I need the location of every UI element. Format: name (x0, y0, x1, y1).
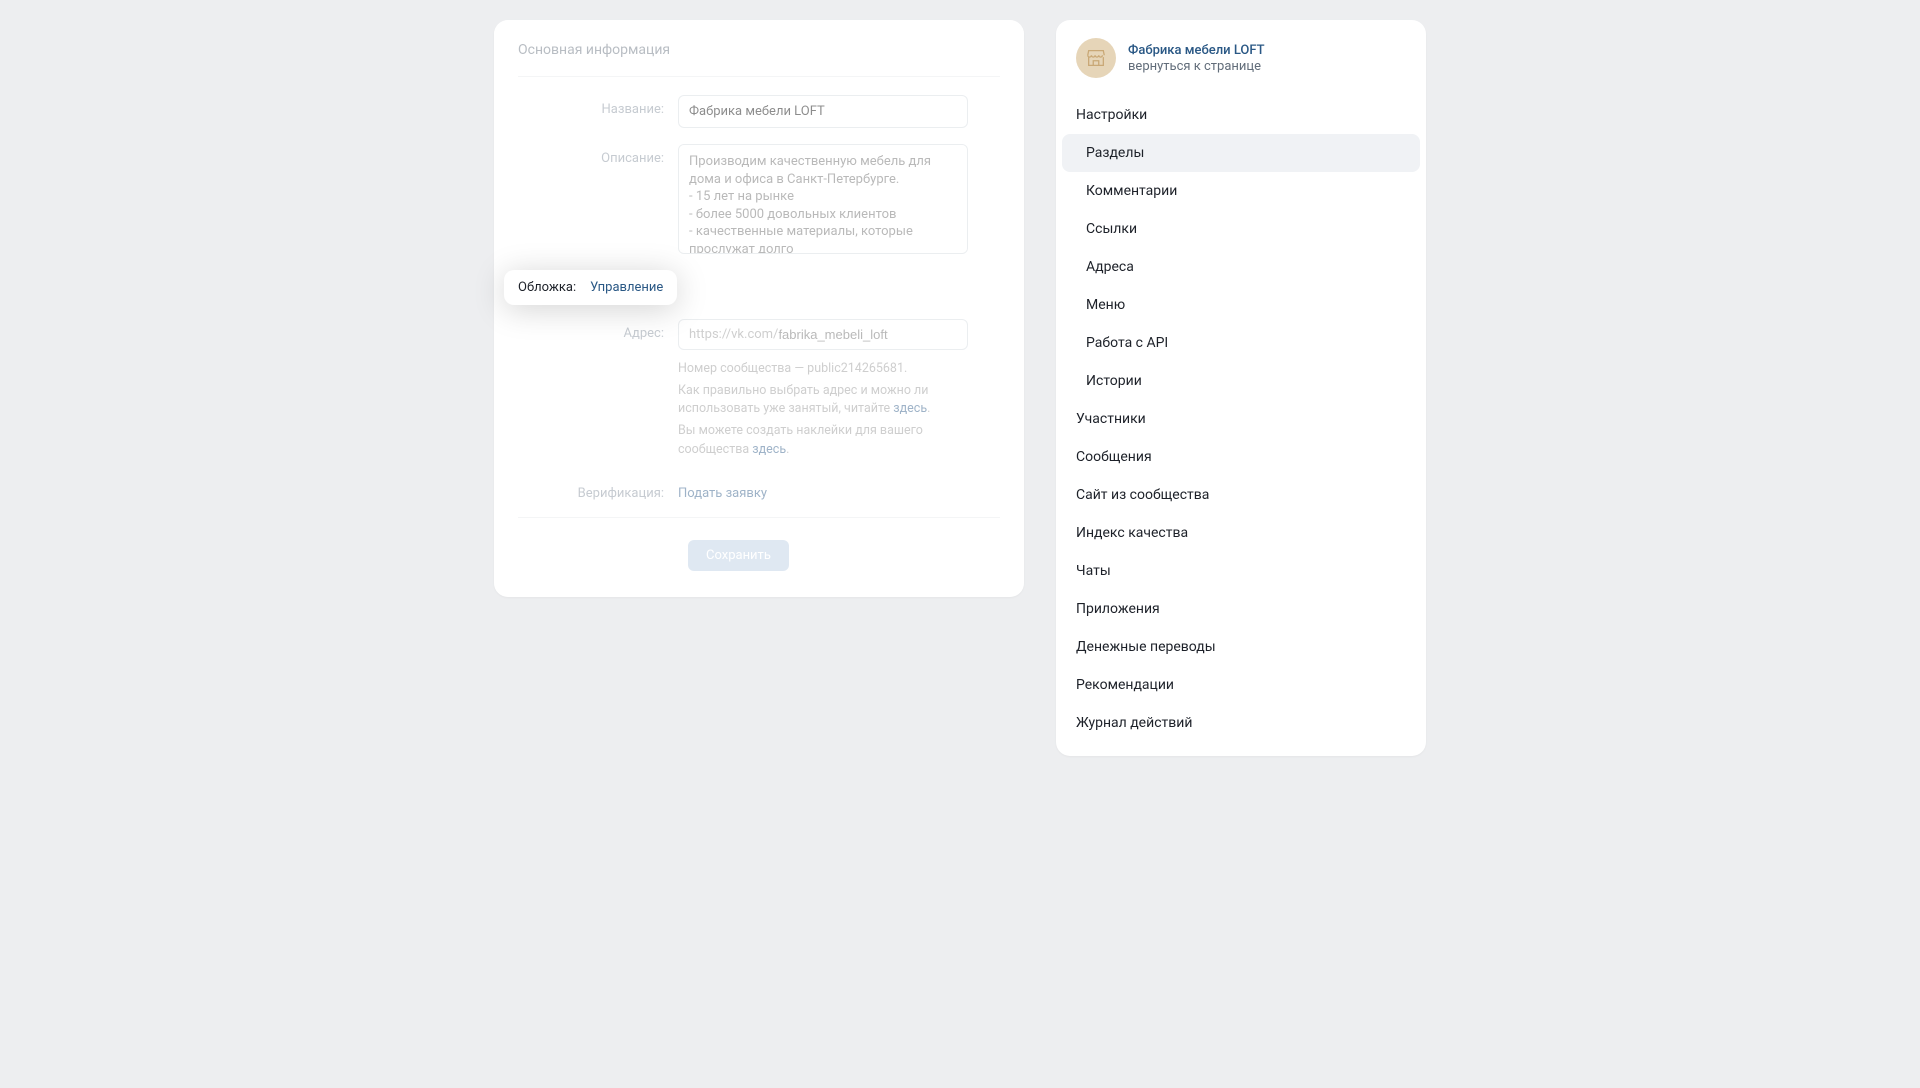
sidebar-header: Фабрика мебели LOFT вернуться к странице (1056, 20, 1426, 92)
label-name: Название: (518, 95, 678, 117)
hint-link-here-2[interactable]: здесь (752, 442, 786, 457)
row-description: Описание: (518, 144, 1000, 254)
textarea-description[interactable] (678, 144, 968, 254)
nav-item-7[interactable]: Истории (1062, 362, 1420, 400)
address-hints: Номер сообщества — public214265681. Как … (678, 360, 988, 459)
row-name: Название: (518, 95, 1000, 128)
community-avatar[interactable] (1076, 38, 1116, 78)
nav-item-16[interactable]: Журнал действий (1062, 704, 1420, 742)
row-cover: Обложка: Управление (518, 270, 1000, 305)
nav-item-1[interactable]: Разделы (1062, 134, 1420, 172)
label-description: Описание: (518, 144, 678, 166)
verification-apply-link[interactable]: Подать заявку (678, 479, 767, 501)
nav-item-10[interactable]: Сайт из сообщества (1062, 476, 1420, 514)
row-address: Адрес: https://vk.com/ Номер сообщества … (518, 319, 1000, 463)
label-address: Адрес: (518, 319, 678, 341)
main-settings-card: Основная информация Название: Описание: … (494, 20, 1024, 597)
nav-item-0[interactable]: Настройки (1062, 96, 1420, 134)
action-row: Сохранить (518, 536, 1000, 571)
nav-item-11[interactable]: Индекс качества (1062, 514, 1420, 552)
nav-item-6[interactable]: Работа с API (1062, 324, 1420, 362)
sidebar: Фабрика мебели LOFT вернуться к странице… (1056, 20, 1426, 756)
nav-item-14[interactable]: Денежные переводы (1062, 628, 1420, 666)
community-name-link[interactable]: Фабрика мебели LOFT (1128, 43, 1265, 58)
nav-item-9[interactable]: Сообщения (1062, 438, 1420, 476)
address-prefix: https://vk.com/ (689, 327, 778, 342)
hint-address-rules: Как правильно выбрать адрес и можно ли и… (678, 382, 988, 418)
card-title: Основная информация (518, 42, 1000, 76)
address-input-wrap[interactable]: https://vk.com/ (678, 319, 968, 350)
cover-manage-link[interactable]: Управление (590, 280, 663, 295)
label-cover: Обложка: (518, 280, 590, 295)
storefront-icon (1085, 47, 1107, 69)
nav-item-12[interactable]: Чаты (1062, 552, 1420, 590)
hint-stickers: Вы можете создать наклейки для вашего со… (678, 422, 988, 458)
back-to-page-link[interactable]: вернуться к странице (1128, 59, 1265, 74)
input-address[interactable] (778, 327, 948, 342)
nav-item-3[interactable]: Ссылки (1062, 210, 1420, 248)
nav-item-4[interactable]: Адреса (1062, 248, 1420, 286)
nav-item-15[interactable]: Рекомендации (1062, 666, 1420, 704)
nav-item-5[interactable]: Меню (1062, 286, 1420, 324)
sidebar-nav: НастройкиРазделыКомментарииСсылкиАдресаМ… (1056, 92, 1426, 746)
nav-item-13[interactable]: Приложения (1062, 590, 1420, 628)
label-verification: Верификация: (518, 479, 678, 501)
input-name[interactable] (678, 95, 968, 128)
hint-community-number: Номер сообщества — public214265681. (678, 360, 988, 378)
nav-item-2[interactable]: Комментарии (1062, 172, 1420, 210)
divider (518, 76, 1000, 77)
hint-link-here-1[interactable]: здесь (893, 401, 927, 416)
divider-bottom (518, 517, 1000, 518)
cover-popover: Обложка: Управление (504, 270, 677, 305)
nav-item-8[interactable]: Участники (1062, 400, 1420, 438)
save-button[interactable]: Сохранить (688, 540, 789, 571)
row-verification: Верификация: Подать заявку (518, 479, 1000, 501)
